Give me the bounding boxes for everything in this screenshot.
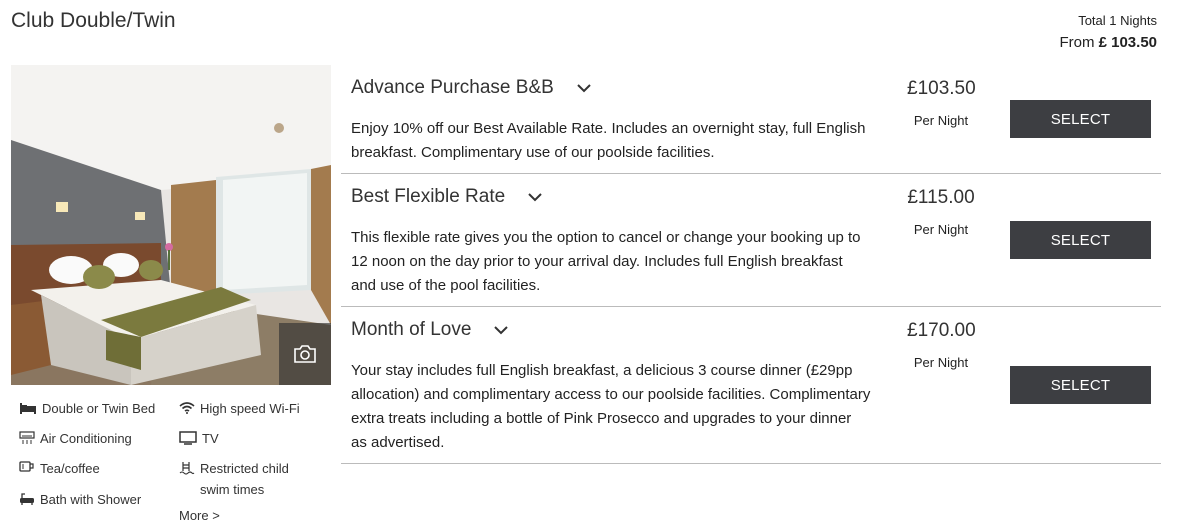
amenity-bath: Bath with Shower [19, 489, 141, 510]
total-nights: Total 1 Nights [1078, 13, 1157, 28]
bath-icon [20, 493, 34, 505]
rate-option-advance-purchase: Advance Purchase B&B Enjoy 10% off our B… [341, 65, 1161, 174]
rate-price: £103.50 [907, 78, 976, 99]
room-title: Club Double/Twin [11, 9, 176, 32]
amenity-tea-coffee: Tea/coffee [19, 458, 100, 479]
tv-icon [179, 431, 197, 445]
stay-summary: Total 1 Nights From £ 103.50 [1059, 13, 1157, 51]
from-price: From £ 103.50 [1059, 34, 1157, 51]
rate-option-best-flexible: Best Flexible Rate This flexible rate gi… [341, 174, 1161, 307]
amenity-bed: Double or Twin Bed [19, 398, 155, 419]
rate-name: Month of Love [351, 319, 509, 341]
amenity-air-conditioning: Air Conditioning [19, 428, 132, 449]
select-button[interactable]: SELECT [1010, 100, 1151, 138]
rate-per-night: Per Night [913, 355, 969, 370]
rate-price: £115.00 [907, 187, 975, 208]
pool-icon [179, 462, 195, 475]
camera-icon [294, 345, 316, 363]
rate-description: Enjoy 10% off our Best Available Rate. I… [351, 120, 866, 161]
bed-icon [20, 403, 36, 414]
amenity-tv: TV [179, 428, 219, 449]
wifi-icon [179, 402, 195, 414]
rate-name: Best Flexible Rate [351, 186, 543, 208]
select-button[interactable]: SELECT [1010, 221, 1151, 259]
rate-price: £170.00 [907, 320, 976, 341]
chevron-down-icon[interactable] [576, 83, 592, 93]
rate-per-night: Per Night [913, 113, 969, 128]
room-photo[interactable] [11, 65, 331, 385]
chevron-down-icon[interactable] [493, 325, 509, 335]
rate-name: Advance Purchase B&B [351, 77, 592, 99]
select-button[interactable]: SELECT [1010, 366, 1151, 404]
amenity-wifi: High speed Wi-Fi [179, 398, 300, 419]
gallery-button[interactable] [279, 323, 331, 385]
amenity-pool: Restricted child swim times [179, 458, 319, 500]
rate-option-month-of-love: Month of Love Your stay includes full En… [341, 307, 1161, 464]
air-conditioning-icon [19, 431, 35, 444]
tea-coffee-icon [19, 461, 34, 472]
rate-description: This flexible rate gives you the option … [351, 229, 861, 294]
more-amenities-link[interactable]: More > [179, 508, 220, 523]
chevron-down-icon[interactable] [527, 192, 543, 202]
rate-per-night: Per Night [913, 222, 969, 237]
rate-description: Your stay includes full English breakfas… [351, 362, 871, 451]
